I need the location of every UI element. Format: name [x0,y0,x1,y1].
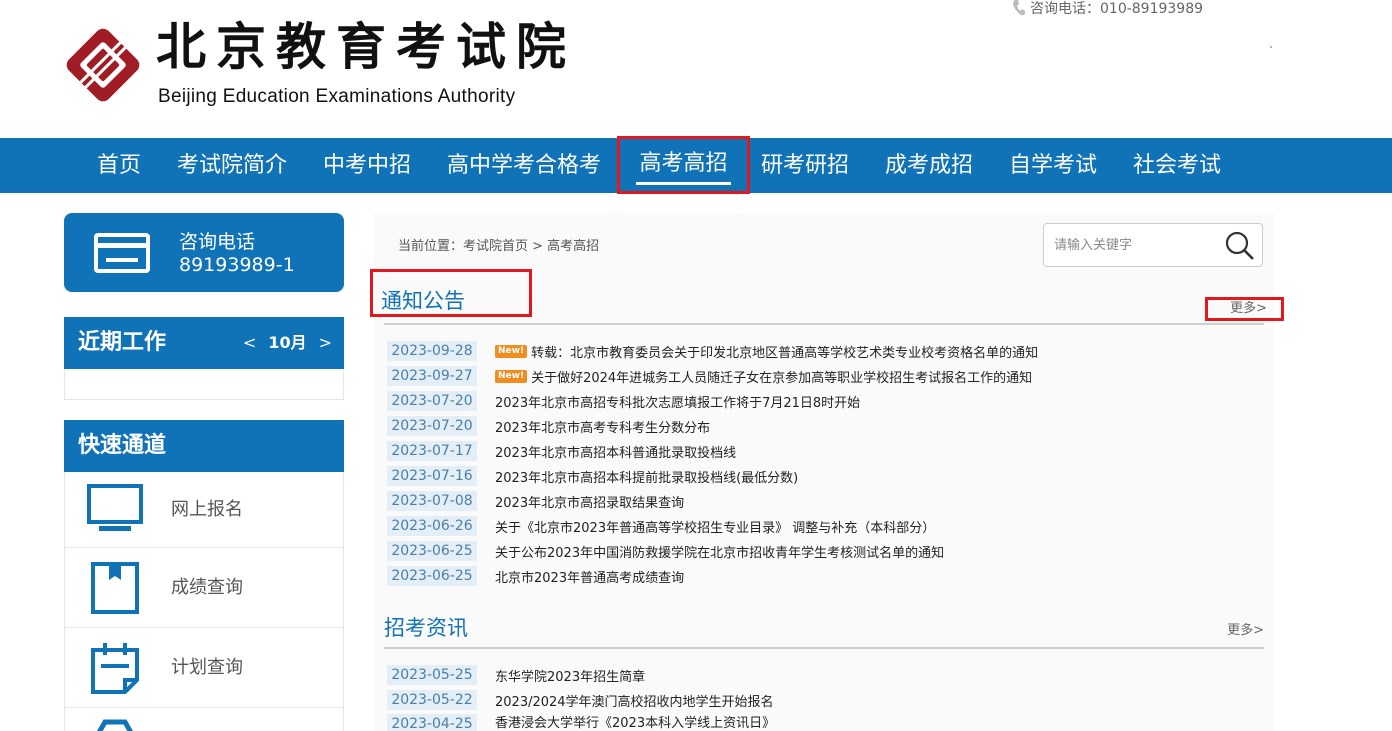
news-date: 2023-07-20 [387,391,477,411]
logo-english-name[interactable]: Beijing Education Examinations Authority [158,86,515,108]
list-item[interactable]: 2023-07-17 2023年北京市高招本科普通批录取投档线 [387,440,736,462]
news-title[interactable]: 关于《北京市2023年普通高等学校招生专业目录》 调整与补充（本科部分） [495,517,935,536]
notices-title[interactable]: 通知公告 [370,269,532,317]
logo-mark-icon[interactable] [62,24,144,106]
nav-item-chengkao[interactable]: 成考成招 [884,138,974,193]
news-title[interactable]: 2023年北京市高招专科批次志愿填报工作将于7月21日8时开始 [495,392,860,411]
search-box [1043,223,1263,267]
news-date: 2023-07-16 [387,466,477,486]
recent-work-body [64,369,344,400]
recent-work-header: 近期工作 < 10月 > [64,317,344,369]
news-title[interactable]: 北京市2023年普通高考成绩查询 [495,567,684,586]
list-item[interactable]: 2023-07-08 2023年北京市高招录取结果查询 [387,490,684,512]
recent-work-title: 近期工作 [78,330,167,355]
news-title[interactable]: 2023年北京市高考专科考生分数分布 [495,417,710,436]
new-badge: New! [495,369,528,383]
list-item[interactable]: 2023-04-25 香港浸会大学举行《2023本科入学线上资讯日》 [387,714,775,731]
month-switcher: < 10月 > [243,317,332,369]
new-badge: New! [495,344,528,358]
calendar-icon [91,643,139,694]
hotline-card: 咨询电话 89193989-1 [64,213,344,292]
news-title[interactable]: 关于公布2023年中国消防救援学院在北京市招收青年学生考核测试名单的通知 [495,542,944,561]
list-item[interactable]: 2023-06-25 北京市2023年普通高考成绩查询 [387,565,684,587]
bookmark-icon [91,562,139,614]
news-date: 2023-04-25 [387,714,477,731]
news-title[interactable]: 2023年北京市高招录取结果查询 [495,492,684,511]
news-date: 2023-06-25 [387,541,477,561]
main-content: 当前位置：考试院首页 > 高考高招 通知公告 更多> 2023-09-28 Ne… [370,213,1284,731]
info-more-link[interactable]: 更多> [1227,622,1264,640]
news-title[interactable]: 转载：北京市教育委员会关于印发北京地区普通高等学校艺术类专业校考资格名单的通知 [531,342,1038,361]
quick-item-partial[interactable] [64,708,344,731]
next-month-button[interactable]: > [319,317,332,369]
search-input[interactable] [1054,235,1219,255]
news-title[interactable]: 东华学院2023年招生简章 [495,666,645,685]
news-date: 2023-06-25 [387,566,477,586]
news-date: 2023-07-08 [387,491,477,511]
quick-item-label: 计划查询 [171,657,243,678]
info-title[interactable]: 招考资讯 [384,613,468,643]
quick-access-title: 快速通道 [78,433,167,458]
monitor-icon [87,484,143,531]
news-date: 2023-07-20 [387,416,477,436]
nav-item-zixue[interactable]: 自学考试 [1008,138,1098,193]
news-title[interactable]: 2023年北京市高招本科提前批录取投档线(最低分数) [495,467,798,486]
phone-icon [1013,0,1025,16]
news-title[interactable]: 香港浸会大学举行《2023本科入学线上资讯日》 [495,714,775,731]
quick-access-header: 快速通道 [64,420,344,472]
list-item[interactable]: 2023-05-22 2023/2024学年澳门高校招收内地学生开始报名 [387,689,774,711]
quick-item-score-query[interactable]: 成绩查询 [64,548,344,628]
nav-item-yankao[interactable]: 研考研招 [760,138,850,193]
nav-item-gaokao-label: 高考高招 [639,151,728,176]
list-item[interactable]: 2023-05-25 东华学院2023年招生简章 [387,664,645,686]
list-item[interactable]: 2023-06-26 关于《北京市2023年普通高等学校招生专业目录》 调整与补… [387,515,935,537]
list-item[interactable]: 2023-06-25 关于公布2023年中国消防救援学院在北京市招收青年学生考核… [387,540,944,562]
nav-item-zhongkao[interactable]: 中考中招 [322,138,412,193]
info-divider [384,647,1264,649]
quick-item-label: 网上报名 [171,499,243,520]
nav-item-about[interactable]: 考试院简介 [176,138,288,193]
nav-item-home[interactable]: 首页 [96,138,142,193]
header-hotline-text: 咨询电话：010-89193989 [1030,1,1204,17]
quick-item-plan-query[interactable]: 计划查询 [64,628,344,708]
search-icon[interactable] [1224,230,1256,262]
news-date: 2023-07-17 [387,441,477,461]
quick-item-label: 成绩查询 [171,577,243,598]
current-month: 10月 [268,333,307,352]
list-item[interactable]: 2023-09-27 New! 关于做好2024年进城务工人员随迁子女在京参加高… [387,365,1032,387]
nav-item-xuekao[interactable]: 高中学考合格考 [446,138,602,193]
header-hotline: 咨询电话：010-89193989 [1012,0,1203,18]
news-date: 2023-09-27 [387,366,477,386]
hotline-number: 89193989-1 [179,254,295,276]
partial-icon [96,719,134,731]
prev-month-button[interactable]: < [243,317,256,369]
list-item[interactable]: 2023-09-28 New! 转载：北京市教育委员会关于印发北京地区普通高等学… [387,340,1038,362]
news-date: 2023-06-26 [387,516,477,536]
card-icon [94,233,150,273]
active-underline [636,182,731,185]
main-nav: 首页 考试院简介 中考中招 高中学考合格考 高考高招 研考研招 成考成招 自学考… [0,136,1392,194]
news-title[interactable]: 2023年北京市高招本科普通批录取投档线 [495,442,736,461]
notices-divider [384,323,1264,325]
news-date: 2023-09-28 [387,341,477,361]
nav-item-gaokao[interactable]: 高考高招 [617,136,750,194]
site-header: 北京教育考试院 Beijing Education Examinations A… [0,0,1392,138]
news-date: 2023-05-25 [387,665,477,685]
news-date: 2023-05-22 [387,690,477,710]
list-item[interactable]: 2023-07-16 2023年北京市高招本科提前批录取投档线(最低分数) [387,465,798,487]
list-item[interactable]: 2023-07-20 2023年北京市高考专科考生分数分布 [387,415,710,437]
breadcrumb: 当前位置：考试院首页 > 高考高招 [398,239,600,254]
list-item[interactable]: 2023-07-20 2023年北京市高招专科批次志愿填报工作将于7月21日8时… [387,390,860,412]
logo-chinese-name[interactable]: 北京教育考试院 [156,14,576,80]
news-title[interactable]: 2023/2024学年澳门高校招收内地学生开始报名 [495,691,774,710]
hotline-title: 咨询电话 [179,231,256,253]
news-title[interactable]: 关于做好2024年进城务工人员随迁子女在京参加高等职业学校招生考试报名工作的通知 [531,367,1032,386]
nav-item-shehui[interactable]: 社会考试 [1132,138,1222,193]
quick-item-online-registration[interactable]: 网上报名 [64,472,344,548]
decorative-dot [1270,46,1272,48]
notices-more-link[interactable]: 更多> [1205,297,1284,321]
